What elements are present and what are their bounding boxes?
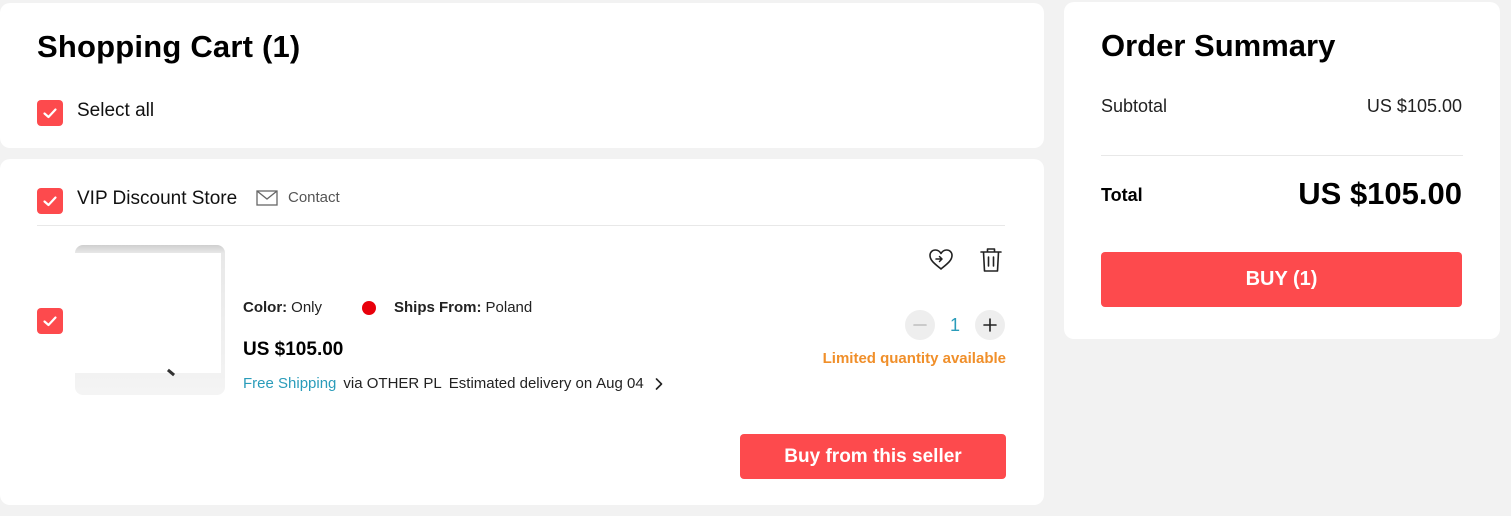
product-image[interactable] <box>75 245 225 395</box>
quantity-value[interactable]: 1 <box>935 315 975 336</box>
summary-title: Order Summary <box>1101 28 1336 63</box>
order-summary-card: Order Summary Subtotal US $105.00 Total … <box>1064 2 1500 339</box>
delivery-date: Aug 04 <box>596 375 644 392</box>
free-shipping-link[interactable]: Free Shipping <box>243 375 336 392</box>
item-attributes: Color: Only Ships From: Poland <box>243 299 532 316</box>
select-all-label: Select all <box>77 100 155 121</box>
summary-divider <box>1101 155 1463 156</box>
buy-button[interactable]: BUY (1) <box>1101 252 1462 307</box>
store-checkbox[interactable] <box>37 188 63 214</box>
color-value: Only <box>291 299 323 316</box>
color-key: Color: <box>243 299 288 316</box>
store-name[interactable]: VIP Discount Store <box>77 188 237 210</box>
item-checkbox[interactable] <box>37 308 63 334</box>
buy-from-seller-button[interactable]: Buy from this seller <box>740 434 1006 479</box>
decrease-button[interactable] <box>905 310 935 340</box>
quantity-stepper: 1 <box>905 310 1005 340</box>
ships-from-key: Ships From: <box>394 299 482 316</box>
trash-icon[interactable] <box>979 246 1003 274</box>
ships-from-dot <box>362 300 377 315</box>
increase-button[interactable] <box>975 310 1005 340</box>
cart-header-card: Shopping Cart (1) Select all <box>0 3 1044 148</box>
contact-link[interactable]: Contact <box>256 189 340 206</box>
check-icon <box>43 196 57 207</box>
heart-arrow-icon[interactable] <box>928 247 954 273</box>
check-icon <box>43 108 57 119</box>
total-value: US $105.00 <box>1298 176 1462 211</box>
carrier: via OTHER PL <box>343 375 442 392</box>
delivery-prefix: Estimated delivery on <box>448 375 593 392</box>
minus-icon <box>913 324 927 326</box>
check-icon <box>43 316 57 327</box>
select-all-checkbox[interactable] <box>37 100 63 126</box>
limited-quantity-note: Limited quantity available <box>822 350 1006 367</box>
envelope-icon <box>256 189 278 206</box>
chevron-right-icon[interactable] <box>652 377 666 391</box>
ships-from-value: Poland <box>485 299 533 316</box>
contact-label: Contact <box>288 189 340 206</box>
item-price: US $105.00 <box>243 339 344 360</box>
plus-icon <box>983 318 997 332</box>
page-title: Shopping Cart (1) <box>37 29 301 64</box>
store-divider <box>37 225 1005 226</box>
subtotal-label: Subtotal <box>1101 96 1168 116</box>
total-label: Total <box>1101 185 1143 205</box>
store-card: VIP Discount Store Contact Color: Only S… <box>0 159 1044 505</box>
subtotal-value: US $105.00 <box>1366 96 1462 116</box>
shipping-info: Free Shipping via OTHER PL Estimated del… <box>243 375 666 392</box>
